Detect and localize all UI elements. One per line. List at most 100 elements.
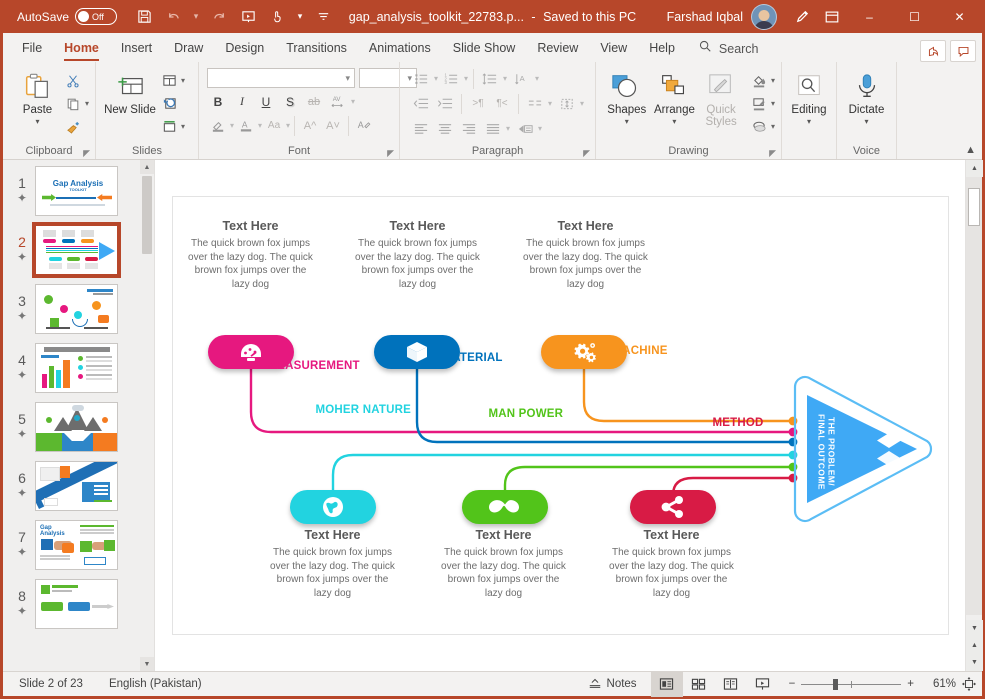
thumbnail-row[interactable]: 3 ✦ (3, 284, 140, 334)
thumbnail-row[interactable]: 6 ✦ (3, 461, 140, 511)
zoom-control[interactable]: − + (789, 678, 914, 690)
dictate-dropdown-icon[interactable]: ▾ (864, 117, 868, 126)
reset-icon[interactable] (158, 93, 180, 114)
previous-slide-icon[interactable]: ▲ (966, 637, 983, 654)
canvas-scrollbar[interactable]: ▲ ▼ ▲ ▼ (965, 160, 983, 671)
canvas-scroll-thumb[interactable] (968, 188, 980, 226)
close-button[interactable]: ✕ (937, 0, 982, 33)
rtl-text-direction-button[interactable]: ¶< (491, 93, 513, 114)
paste-dropdown-icon[interactable]: ▾ (35, 117, 39, 126)
shape-effects-dropdown-icon[interactable]: ▾ (771, 122, 775, 131)
canvas-scroll-track[interactable] (966, 177, 982, 615)
slide-canvas-pane[interactable]: THE PROBLEM/FINAL OUTCOME Text Here The … (155, 160, 965, 671)
paste-button[interactable]: Paste ▾ (13, 68, 62, 126)
user-name[interactable]: Farshad Iqbal (667, 10, 743, 24)
shapes-button[interactable]: Shapes ▾ (604, 68, 650, 126)
maximize-button[interactable]: ☐ (892, 0, 937, 33)
ribbon-display-options-icon[interactable] (817, 9, 847, 25)
undo-dropdown-icon[interactable]: ▾ (189, 5, 203, 29)
tab-review[interactable]: Review (526, 35, 589, 62)
tab-draw[interactable]: Draw (163, 35, 214, 62)
tab-insert[interactable]: Insert (110, 35, 163, 62)
arrange-button[interactable]: Arrange ▾ (652, 68, 698, 126)
fit-slide-icon[interactable] (956, 677, 982, 691)
notes-button[interactable]: Notes (588, 677, 637, 692)
font-dialog-launcher[interactable]: ◤ (387, 145, 394, 161)
change-case-dropdown-icon[interactable]: ▾ (286, 121, 290, 130)
quick-styles-button[interactable]: Quick Styles (699, 68, 743, 128)
start-presentation-icon[interactable] (235, 5, 261, 29)
align-left-icon[interactable] (410, 118, 432, 139)
normal-view-icon[interactable] (650, 671, 683, 697)
redo-icon[interactable] (206, 5, 232, 29)
convert-smartart-icon[interactable] (514, 118, 536, 139)
paragraph-dialog-launcher[interactable]: ◤ (583, 145, 590, 161)
customize-qat-icon[interactable] (310, 5, 336, 29)
branch-pill-method[interactable] (629, 490, 716, 524)
section-icon[interactable] (158, 116, 180, 137)
cut-icon[interactable] (62, 70, 84, 91)
thumbnail-scroll-up-icon[interactable]: ▲ (140, 160, 154, 174)
touch-mode-icon[interactable] (264, 5, 290, 29)
justify-icon[interactable] (482, 118, 504, 139)
canvas-scroll-up-icon[interactable]: ▲ (966, 160, 983, 177)
strikethrough-button[interactable]: ab (303, 91, 325, 112)
thumbnail-row[interactable]: 8 ✦ (3, 579, 140, 629)
slide-thumbnail-8[interactable] (35, 579, 118, 629)
decrease-font-size-button[interactable]: A˅ (322, 115, 344, 136)
next-slide-icon[interactable]: ▼ (966, 654, 983, 671)
copy-icon[interactable] (62, 93, 84, 114)
shape-outline-dropdown-icon[interactable]: ▾ (771, 99, 775, 108)
increase-font-size-button[interactable]: A^ (299, 115, 321, 136)
numbering-dropdown-icon[interactable]: ▾ (464, 74, 468, 83)
branch-pill-moher-nature[interactable] (289, 490, 376, 524)
columns-icon[interactable] (524, 93, 546, 114)
autosave-toggle[interactable]: Off (75, 8, 118, 25)
tab-home[interactable]: Home (53, 35, 110, 62)
touch-dropdown-icon[interactable]: ▾ (293, 5, 307, 29)
align-center-icon[interactable] (434, 118, 456, 139)
zoom-slider[interactable] (801, 678, 902, 690)
text-shadow-button[interactable]: S (279, 91, 301, 112)
final-outcome-arrow[interactable]: THE PROBLEM/FINAL OUTCOME (791, 373, 939, 525)
slide-thumbnail-7[interactable]: Gap Analysis (35, 520, 118, 570)
tab-help[interactable]: Help (638, 35, 686, 62)
bullets-icon[interactable] (410, 68, 432, 89)
pen-icon[interactable] (787, 8, 817, 25)
thumbnail-scrollbar[interactable]: ▲ ▼ (140, 160, 154, 671)
ltr-text-direction-button[interactable]: >¶ (467, 93, 489, 114)
slide-position[interactable]: Slide 2 of 23 (19, 678, 83, 690)
layout-icon[interactable] (158, 70, 180, 91)
zoom-level[interactable]: 61% (924, 678, 956, 690)
text-direction-icon[interactable]: A (511, 68, 533, 89)
tab-transitions[interactable]: Transitions (275, 35, 358, 62)
reading-view-icon[interactable] (715, 672, 747, 697)
shapes-dropdown-icon[interactable]: ▾ (625, 117, 629, 126)
clear-formatting-icon[interactable]: A (353, 115, 375, 136)
share-icon[interactable] (920, 40, 946, 62)
columns-dropdown-icon[interactable]: ▾ (548, 99, 552, 108)
thumbnail-scroll-down-icon[interactable]: ▼ (140, 657, 154, 671)
slide-thumbnail-3[interactable] (35, 284, 118, 334)
avatar[interactable] (751, 3, 777, 30)
increase-indent-icon[interactable] (434, 93, 456, 114)
shape-outline-icon[interactable] (748, 93, 770, 114)
zoom-slider-handle[interactable] (833, 678, 839, 690)
numbering-icon[interactable]: 123 (440, 68, 462, 89)
format-painter-icon[interactable] (62, 116, 84, 137)
text-direction-dropdown-icon[interactable]: ▾ (535, 74, 539, 83)
smartart-dropdown-icon[interactable]: ▾ (538, 124, 542, 133)
slide-thumbnail-1[interactable]: Gap Analysis TOOLKIT (35, 166, 118, 216)
shape-fill-icon[interactable] (748, 70, 770, 91)
slide-canvas[interactable]: THE PROBLEM/FINAL OUTCOME Text Here The … (172, 197, 948, 634)
clipboard-dialog-launcher[interactable]: ◤ (83, 145, 90, 161)
zoom-out-button[interactable]: − (789, 678, 796, 690)
line-spacing-dropdown-icon[interactable]: ▾ (503, 74, 507, 83)
underline-button[interactable]: U (255, 91, 277, 112)
comments-icon[interactable] (950, 40, 976, 62)
thumbnail-row[interactable]: 4 ✦ (3, 343, 140, 393)
canvas-scroll-down-icon[interactable]: ▼ (966, 620, 983, 637)
bold-button[interactable]: B (207, 91, 229, 112)
font-color-icon[interactable]: A (235, 115, 257, 136)
tab-animations[interactable]: Animations (358, 35, 442, 62)
